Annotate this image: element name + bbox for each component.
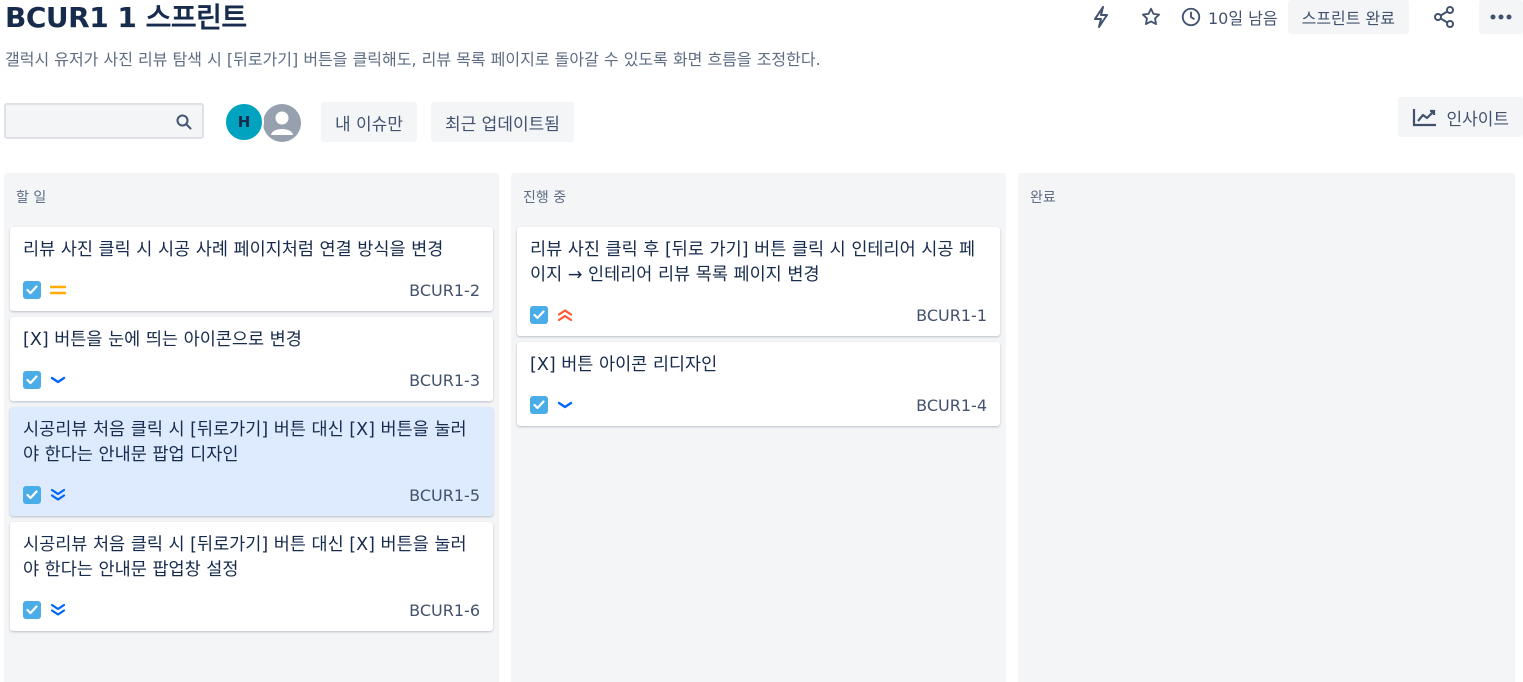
priority-lowest-icon (49, 486, 67, 504)
issue-card[interactable]: 시공리뷰 처음 클릭 시 [뒤로가기] 버튼 대신 [X] 버튼을 눌러야 한다… (10, 407, 493, 516)
priority-lowest-icon (49, 601, 67, 619)
priority-low-icon (49, 371, 67, 389)
column-header: 진행 중 (523, 190, 567, 206)
search-input[interactable] (6, 105, 202, 137)
issue-key[interactable]: BCUR1-5 (409, 486, 480, 505)
insights-label: 인사이트 (1446, 109, 1509, 130)
issue-card[interactable]: 리뷰 사진 클릭 후 [뒤로 가기] 버튼 클릭 시 인테리어 시공 페이지 →… (517, 227, 1000, 336)
search-box (4, 103, 204, 139)
task-type-icon (23, 601, 41, 619)
avatar[interactable]: H (224, 102, 264, 142)
column-in-progress: 진행 중 리뷰 사진 클릭 후 [뒤로 가기] 버튼 클릭 시 인테리어 시공 … (511, 173, 1006, 682)
issue-key[interactable]: BCUR1-4 (916, 396, 987, 415)
task-type-icon (23, 371, 41, 389)
issue-card[interactable]: 리뷰 사진 클릭 시 시공 사례 페이지처럼 연결 방식을 변경 BCUR1-2 (10, 227, 493, 311)
task-type-icon (23, 281, 41, 299)
sprint-goal: 갤럭시 유저가 사진 리뷰 탐색 시 [뒤로가기] 버튼을 클릭해도, 리뷰 목… (5, 50, 821, 69)
automation-button[interactable] (1084, 0, 1118, 34)
card-summary: 시공리뷰 처음 클릭 시 [뒤로가기] 버튼 대신 [X] 버튼을 눌러야 한다… (23, 535, 467, 580)
share-icon (1434, 6, 1454, 28)
issue-key[interactable]: BCUR1-2 (409, 281, 480, 300)
days-remaining-label: 10일 남음 (1207, 9, 1278, 28)
lightning-icon (1093, 6, 1108, 28)
card-summary: 리뷰 사진 클릭 후 [뒤로 가기] 버튼 클릭 시 인테리어 시공 페이지 →… (530, 240, 976, 285)
search-icon[interactable] (176, 114, 192, 130)
more-button[interactable] (1479, 0, 1523, 34)
card-summary: 리뷰 사진 클릭 시 시공 사례 페이지처럼 연결 방식을 변경 (23, 240, 444, 260)
star-button[interactable] (1134, 0, 1168, 34)
sprint-title: BCUR1 1 스프린트 (5, 1, 247, 34)
column-header: 완료 (1030, 190, 1056, 206)
priority-low-icon (556, 396, 574, 414)
priority-medium-icon (49, 281, 67, 299)
card-summary: [X] 버튼을 눈에 띄는 아이콘으로 변경 (23, 330, 302, 350)
task-type-icon (23, 486, 41, 504)
clock-icon (1181, 7, 1201, 27)
days-remaining: 10일 남음 (1180, 5, 1278, 29)
card-summary: 시공리뷰 처음 클릭 시 [뒤로가기] 버튼 대신 [X] 버튼을 눌러야 한다… (23, 420, 467, 465)
board: 할 일 리뷰 사진 클릭 시 시공 사례 페이지처럼 연결 방식을 변경 BCU… (4, 173, 1515, 682)
complete-sprint-button[interactable]: 스프린트 완료 (1287, 0, 1409, 34)
filter-bar: H 내 이슈만 최근 업데이트됨 인사이트 (0, 97, 1523, 144)
recently-updated-filter[interactable]: 최근 업데이트됨 (431, 102, 574, 142)
issue-card[interactable]: [X] 버튼을 눈에 띄는 아이콘으로 변경 BCUR1-3 (10, 317, 493, 401)
column-done: 완료 (1018, 173, 1515, 682)
task-type-icon (530, 396, 548, 414)
person-icon (263, 104, 301, 142)
column-header: 할 일 (16, 190, 47, 206)
priority-highest-icon (556, 306, 574, 324)
issue-key[interactable]: BCUR1-6 (409, 601, 480, 620)
header-actions: 10일 남음 스프린트 완료 (1084, 0, 1523, 34)
unassigned-avatar[interactable] (261, 102, 303, 144)
more-icon (1490, 14, 1512, 20)
task-type-icon (530, 306, 548, 324)
share-button[interactable] (1427, 0, 1461, 34)
insights-button[interactable]: 인사이트 (1398, 97, 1523, 137)
column-todo: 할 일 리뷰 사진 클릭 시 시공 사례 페이지처럼 연결 방식을 변경 BCU… (4, 173, 499, 682)
issue-card[interactable]: [X] 버튼 아이콘 리디자인 BCUR1-4 (517, 342, 1000, 426)
card-summary: [X] 버튼 아이콘 리디자인 (530, 355, 718, 375)
star-icon (1142, 7, 1160, 25)
issue-card[interactable]: 시공리뷰 처음 클릭 시 [뒤로가기] 버튼 대신 [X] 버튼을 눌러야 한다… (10, 522, 493, 631)
issue-key[interactable]: BCUR1-3 (409, 371, 480, 390)
issue-key[interactable]: BCUR1-1 (916, 306, 987, 325)
only-my-issues-filter[interactable]: 내 이슈만 (321, 102, 417, 142)
trend-chart-icon (1413, 109, 1437, 127)
